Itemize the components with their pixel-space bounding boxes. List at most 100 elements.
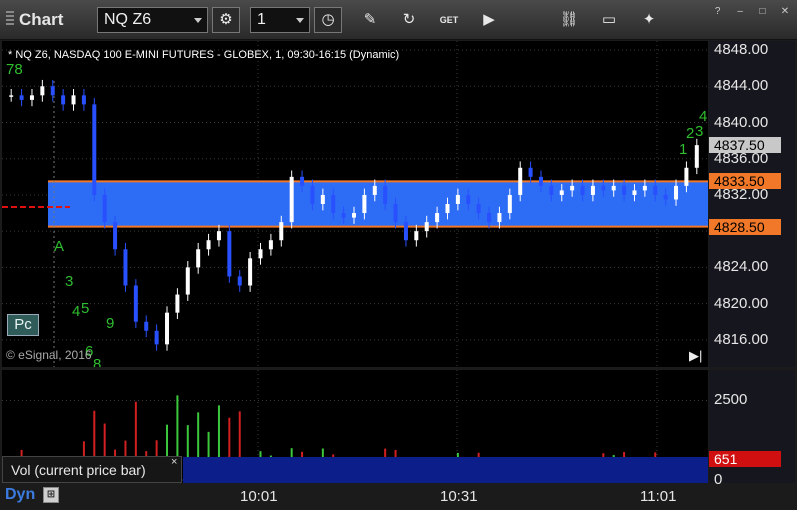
refresh-icon[interactable]: ↻ bbox=[398, 9, 420, 31]
level-band bbox=[48, 181, 708, 227]
maximize-button[interactable]: □ bbox=[755, 6, 771, 19]
settings-gear-icon: ⚙ bbox=[219, 11, 233, 28]
last-price-tag[interactable]: 4837.50 bbox=[709, 137, 781, 154]
volume-value-tag[interactable]: 651 bbox=[709, 451, 781, 468]
pattern-annotation: 2 bbox=[686, 125, 694, 142]
volume-axis[interactable]: 2500 0 651 bbox=[709, 370, 795, 488]
jump-to-end-icon[interactable]: ▶| bbox=[689, 348, 702, 364]
minimize-button[interactable]: – bbox=[732, 6, 748, 19]
dynamic-mode-label[interactable]: Dyn bbox=[5, 486, 35, 504]
close-icon[interactable]: × bbox=[171, 456, 177, 468]
candle-body bbox=[455, 194, 460, 204]
candle-body bbox=[19, 95, 24, 100]
mode-toggle-icon[interactable]: ⊞ bbox=[43, 487, 59, 503]
candle-body bbox=[133, 285, 138, 322]
candle-body bbox=[331, 194, 336, 214]
candle-body bbox=[279, 222, 284, 241]
price-tick-label: 4824.00 bbox=[714, 258, 769, 276]
interval-combo[interactable]: 1 bbox=[250, 7, 310, 33]
time-tick-label: 11:01 bbox=[640, 488, 677, 505]
chevron-down-icon[interactable] bbox=[194, 18, 202, 23]
twitter-icon[interactable]: ✦ bbox=[638, 9, 660, 31]
window-title[interactable]: Chart bbox=[6, 10, 63, 30]
copyright-label: © eSignal, 2016 bbox=[6, 348, 92, 362]
candle-body bbox=[393, 204, 398, 223]
symbol-settings-button[interactable]: ⚙ bbox=[212, 7, 240, 33]
candle-body bbox=[61, 95, 66, 105]
candle-body bbox=[123, 249, 128, 286]
candle-body bbox=[538, 176, 543, 186]
link-icon[interactable]: ⛓ bbox=[558, 9, 580, 31]
pattern-annotation: 9 bbox=[106, 315, 114, 332]
help-button[interactable]: ? bbox=[710, 6, 726, 19]
candle-body bbox=[642, 185, 647, 191]
candle-body bbox=[29, 95, 34, 100]
get-icon[interactable]: GET bbox=[438, 9, 460, 31]
window-controls: ? – □ ✕ bbox=[708, 1, 793, 19]
pattern-annotation: A bbox=[54, 238, 64, 255]
candle-body bbox=[9, 95, 14, 97]
price-tick-label: 4840.00 bbox=[714, 113, 769, 131]
play-icon[interactable]: ▶ bbox=[478, 9, 500, 31]
symbol-value: NQ Z6 bbox=[104, 11, 152, 28]
candle-body bbox=[497, 213, 502, 223]
pencil-icon[interactable]: ✎ bbox=[359, 9, 381, 31]
price-tick-label: 4848.00 bbox=[714, 41, 769, 59]
volume-legend[interactable]: Vol (current price bar) bbox=[2, 456, 182, 483]
candle-body bbox=[601, 185, 606, 191]
pc-button[interactable]: Pc bbox=[7, 314, 39, 336]
candle-body bbox=[570, 185, 575, 191]
candle-body bbox=[435, 213, 440, 223]
clock-icon: ◷ bbox=[321, 11, 335, 28]
price-chart-pane[interactable]: 78 A 3 4 5 9 6 8 1 2 3 4 * NQ Z6, NASDAQ 100 E-MINI… bbox=[2, 41, 708, 367]
candle-body bbox=[352, 213, 356, 218]
candle-body bbox=[289, 176, 294, 223]
price-tick-label: 4816.00 bbox=[714, 330, 769, 348]
candle-body bbox=[383, 185, 388, 204]
pattern-annotation: 8 bbox=[93, 356, 101, 367]
upper-level-tag[interactable]: 4833.50 bbox=[709, 173, 781, 190]
interval-value: 1 bbox=[257, 11, 266, 28]
interval-clock-button[interactable]: ◷ bbox=[314, 7, 342, 33]
comment-icon[interactable]: ▭ bbox=[598, 9, 620, 31]
close-button[interactable]: ✕ bbox=[777, 6, 793, 19]
candle-body bbox=[507, 194, 512, 214]
candle-body bbox=[611, 185, 616, 191]
candle-body bbox=[580, 185, 585, 195]
candle-body bbox=[258, 249, 263, 259]
candle-body bbox=[40, 86, 45, 96]
volume-legend-bar bbox=[183, 457, 708, 483]
candle-body bbox=[320, 194, 325, 204]
candle-body bbox=[248, 258, 253, 286]
candle-body bbox=[445, 204, 450, 214]
lower-level-tag[interactable]: 4828.50 bbox=[709, 218, 781, 235]
drag-grip-icon[interactable] bbox=[6, 11, 14, 26]
candle-body bbox=[622, 185, 627, 195]
chevron-down-icon[interactable] bbox=[296, 18, 304, 23]
candle-body bbox=[414, 231, 419, 241]
candle-body bbox=[694, 145, 699, 168]
candle-body bbox=[300, 176, 305, 186]
candle-body bbox=[268, 240, 273, 250]
candle-body bbox=[674, 185, 679, 200]
candle-body bbox=[362, 194, 367, 214]
price-tick-label: 4844.00 bbox=[714, 77, 769, 95]
candle-body bbox=[632, 190, 637, 195]
candle-body bbox=[50, 86, 55, 96]
candle-body bbox=[518, 167, 523, 195]
candle-body bbox=[237, 276, 242, 286]
symbol-combo[interactable]: NQ Z6 bbox=[97, 7, 208, 33]
candle-body bbox=[154, 330, 159, 345]
price-chart-svg: 78A34 596812 34 bbox=[2, 41, 708, 367]
candle-body bbox=[144, 321, 149, 331]
candle-body bbox=[216, 231, 221, 241]
candle-body bbox=[590, 185, 595, 195]
pattern-annotation: 3 bbox=[695, 123, 703, 140]
time-axis[interactable]: Dyn ⊞ 10:01 10:31 11:01 bbox=[0, 484, 797, 510]
price-axis[interactable]: 4848.004844.004840.004836.004832.004828.… bbox=[709, 41, 795, 367]
candle-body bbox=[466, 194, 471, 204]
candle-body bbox=[175, 294, 180, 313]
pattern-annotation: 78 bbox=[6, 61, 23, 78]
candle-body bbox=[227, 231, 232, 277]
pattern-annotation: 5 bbox=[81, 300, 89, 317]
